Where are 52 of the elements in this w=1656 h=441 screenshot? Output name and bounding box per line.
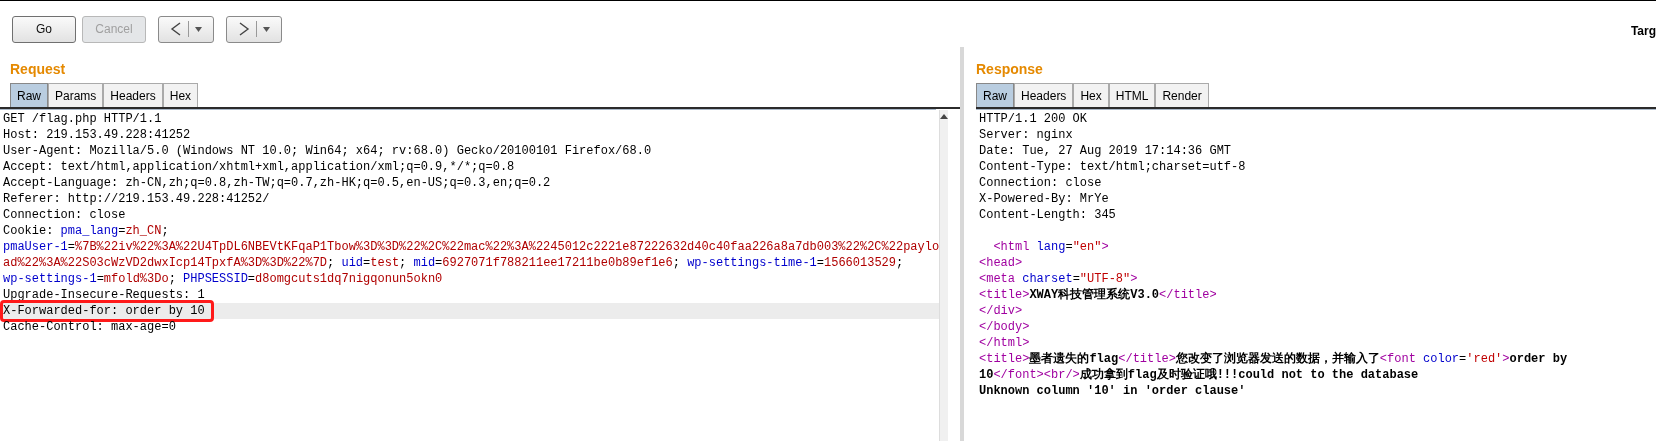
code-line: GET /flag.php HTTP/1.1 [3, 111, 162, 127]
code-line: <title>墨者遗失的flag</title>您改变了浏览器发送的数据，并输入了<font color='red'>order by [979, 351, 1568, 367]
tab[interactable]: Params [48, 83, 104, 107]
tab[interactable]: Render [1155, 83, 1209, 107]
code-line: Accept: text/html,application/xhtml+xml,application/xml;q=0.9,*/*;q=0.8 [3, 159, 515, 175]
tab[interactable]: Hex [1073, 83, 1109, 107]
chevron-icon [238, 22, 250, 36]
tab[interactable]: Raw [976, 83, 1014, 107]
tab[interactable]: Hex [162, 83, 199, 107]
caret-icon [195, 26, 202, 32]
code-line: Unknown column '10' in 'order clause' [979, 383, 1246, 399]
tab[interactable]: Raw [10, 83, 48, 107]
code-line: Host: 219.153.49.228:41252 [3, 127, 191, 143]
back-button[interactable] [158, 15, 214, 43]
go-button[interactable]: Go [12, 15, 76, 43]
code-line: </body> [979, 319, 1030, 335]
tab[interactable]: Headers [103, 83, 163, 107]
code-line: Accept-Language: zh-CN,zh;q=0.8,zh-TW;q=0.7,zh-HK;q=0.5,en-US;q=0.3,en;q=0.2 [3, 175, 551, 191]
code-line: X-Forwarded-for: order by 10 [3, 303, 205, 319]
code-line: Content-Type: text/html;charset=utf-8 [979, 159, 1246, 175]
code-line: </html> [979, 335, 1030, 351]
target-label: Targ [1630, 23, 1656, 40]
code-line: Date: Tue, 27 Aug 2019 17:14:36 GMT [979, 143, 1232, 159]
code-line: User-Agent: Mozilla/5.0 (Windows NT 10.0; Win64; x64; rv:68.0) Gecko/20100101 Firefox/68.0 [3, 143, 652, 159]
panel-title: Response [976, 60, 1044, 79]
forward-button[interactable] [226, 15, 282, 43]
code-line: ad%22%3A%22S03cWzVD2dwxIcp14TpxfA%3D%3D%22%7D; uid=test; mid=6927071f788211ee17211be0b89ef1e6; wp-settings-time-1=1566013529; [3, 255, 904, 271]
code-line: 10</font><br/>成功拿到flag及时验证哦!!!could not to the database [979, 367, 1419, 383]
code-line: Cache-Control: max-age=0 [3, 319, 176, 335]
code-line: </div> [979, 303, 1023, 319]
panel-title: Request [9, 60, 67, 79]
code-line: X-Powered-By: MrYe [979, 191, 1109, 207]
code-line: Cookie: pma_lang=zh_CN; [3, 223, 169, 239]
code-line: <html lang="en"> [992, 239, 1109, 255]
up-arrow-icon[interactable] [940, 114, 949, 119]
code-line: <title>XWAY科技管理系统V3.0</title> [979, 287, 1217, 303]
caret-icon [263, 26, 270, 32]
code-line: Content-Length: 345 [979, 207, 1116, 223]
code-line: Connection: close [3, 207, 126, 223]
code-line: HTTP/1.1 200 OK [979, 111, 1088, 127]
code-line: pmaUser-1=%7B%22iv%22%3A%22U4TpDL6NBEVtKFqaP1Tbow%3D%3D%22%2C%22mac%22%3A%2245012c2221e87222632d40c40faa226a8a7db003%22%2C%22paylo [3, 239, 940, 255]
code-line: Upgrade-Insecure-Requests: 1 [3, 287, 205, 303]
tab[interactable]: Headers [1014, 83, 1074, 107]
scrollbar[interactable] [939, 110, 949, 441]
code-line: wp-settings-1=mfold%3Do; PHPSESSID=d8omgcuts1dq7nigqonun5okn0 [3, 271, 443, 287]
code-line: Referer: http://219.153.49.228:41252/ [3, 191, 270, 207]
code-line: <meta charset="UTF-8"> [979, 271, 1138, 287]
tab[interactable]: HTML [1108, 83, 1156, 107]
code-line: Connection: close [979, 175, 1102, 191]
code-line: <head> [979, 255, 1023, 271]
chevron-icon [170, 22, 182, 36]
code-line: Server: nginx [979, 127, 1073, 143]
